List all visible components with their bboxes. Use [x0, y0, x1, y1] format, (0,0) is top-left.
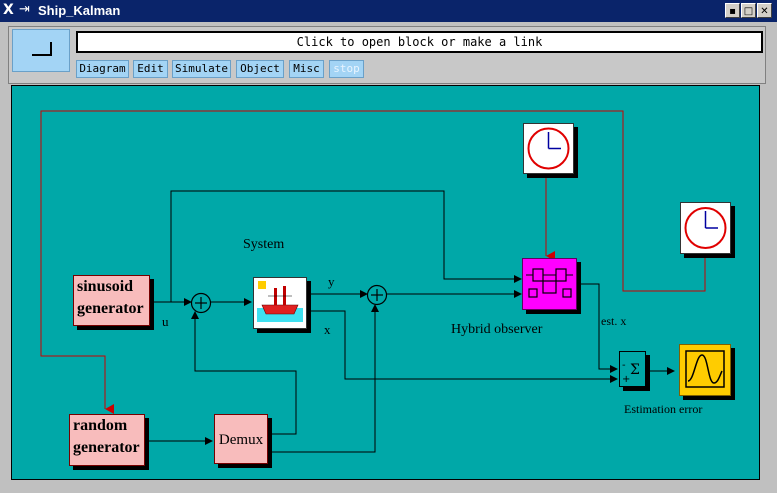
sinusoid-generator-block[interactable]: sinusoid generator — [73, 275, 150, 326]
close-button[interactable]: ✕ — [757, 3, 772, 18]
demux-block[interactable]: Demux — [214, 414, 268, 464]
random-label-line2: generator — [73, 439, 140, 456]
zoom-button[interactable] — [12, 29, 70, 72]
sinusoid-label-line1: sinusoid — [77, 278, 134, 295]
observer-icon — [526, 268, 573, 298]
window-icon — [32, 42, 52, 56]
horizontal-scrollbar[interactable] — [11, 480, 761, 488]
sum-icon: - + Σ — [622, 360, 640, 385]
random-generator-block[interactable]: random generator — [69, 414, 145, 466]
y-label: y — [328, 274, 335, 289]
menu-object[interactable]: Object — [236, 60, 284, 78]
window-menu-icon[interactable]: ⇥ — [19, 1, 30, 19]
diagram-canvas[interactable]: sinusoid generator random generator Demu… — [11, 85, 760, 480]
sum-block[interactable]: - + Σ — [619, 351, 646, 387]
system-block[interactable] — [253, 277, 307, 329]
system-label: System — [243, 237, 285, 252]
clock-icon — [684, 207, 727, 249]
window-title: Ship_Kalman — [38, 3, 121, 18]
svg-text:-: - — [622, 360, 626, 371]
scope-icon — [685, 350, 725, 388]
hybrid-observer-label: Hybrid observer — [451, 322, 543, 337]
x-label: x — [324, 322, 331, 337]
menu-misc[interactable]: Misc — [289, 60, 324, 78]
hybrid-observer-block[interactable] — [522, 258, 577, 310]
sum-junction-2[interactable] — [366, 284, 388, 306]
sinusoid-label-line2: generator — [77, 300, 144, 317]
ship-icon — [257, 281, 303, 322]
clock-block-1[interactable] — [523, 123, 574, 174]
x-logo-icon[interactable]: X — [3, 2, 19, 18]
menu-edit[interactable]: Edit — [133, 60, 168, 78]
estimation-error-label: Estimation error — [624, 402, 703, 416]
clock-block-2[interactable] — [680, 202, 731, 254]
u-label: u — [162, 314, 169, 329]
data-links[interactable] — [145, 190, 675, 453]
scope-block[interactable] — [679, 344, 731, 396]
maximize-button[interactable]: □ — [741, 3, 756, 18]
vertical-scrollbar[interactable] — [760, 85, 772, 480]
clock-icon — [527, 127, 570, 170]
minimize-button[interactable]: ▪ — [725, 3, 740, 18]
message-bar[interactable]: Click to open block or make a link — [76, 31, 763, 53]
menu-simulate[interactable]: Simulate — [172, 60, 231, 78]
sum-junction-1[interactable] — [190, 292, 212, 314]
menu-diagram[interactable]: Diagram — [76, 60, 129, 78]
title-bar: X ⇥ Ship_Kalman ▪ □ ✕ — [0, 0, 777, 22]
svg-text:Σ: Σ — [630, 362, 640, 378]
menu-stop: stop — [329, 60, 364, 78]
activation-links[interactable] — [40, 110, 706, 414]
est-x-label: est. x — [601, 314, 627, 328]
random-label-line1: random — [73, 417, 128, 434]
